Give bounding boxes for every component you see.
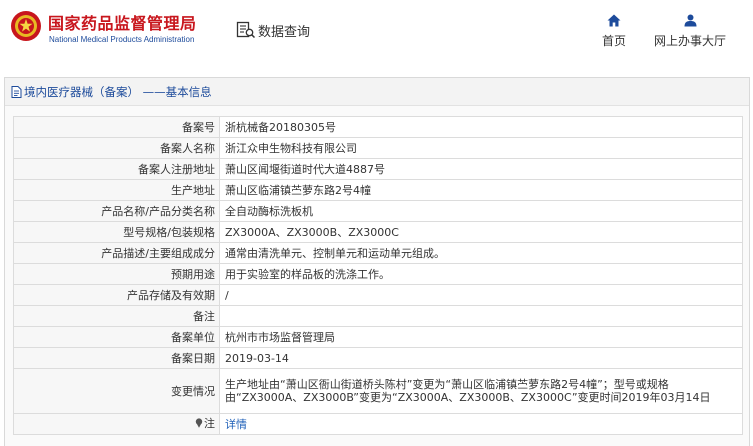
user-icon — [684, 14, 696, 27]
field-label: 预期用途 — [13, 263, 220, 285]
field-value: / — [219, 284, 743, 306]
field-value: ZX3000A、ZX3000B、ZX3000C — [219, 221, 743, 243]
note-label-cell: 注 — [13, 413, 220, 435]
table-row: 备案人注册地址 萧山区闻堰街道时代大道4887号 — [13, 158, 743, 180]
nav-online-service-hall-label: 网上办事大厅 — [653, 34, 726, 48]
table-row: 产品名称/产品分类名称 全自动酶标洗板机 — [13, 200, 743, 222]
field-value — [219, 305, 743, 327]
field-label: 备注 — [13, 305, 220, 327]
national-emblem-icon — [11, 11, 41, 41]
field-label: 备案日期 — [13, 347, 220, 369]
data-query-label: 数据查询 — [258, 24, 311, 40]
site-header: 国家药品监督管理局 National Medical Products Admi… — [0, 0, 753, 60]
panel-title: 境内医疗器械（备案） ——基本信息 — [24, 84, 212, 99]
field-value: 浙江众申生物科技有限公司 — [219, 137, 743, 159]
table-row: 型号规格/包装规格 ZX3000A、ZX3000B、ZX3000C — [13, 221, 743, 243]
field-label: 备案单位 — [13, 326, 220, 348]
site-name[interactable]: 国家药品监督管理局 — [48, 10, 197, 34]
table-row: 注 详情 — [13, 413, 743, 435]
field-label: 产品存储及有效期 — [13, 284, 220, 306]
field-label: 备案人名称 — [13, 137, 220, 159]
pin-icon — [195, 418, 203, 429]
nav-home[interactable]: 首页 — [594, 14, 634, 49]
detail-panel: 境内医疗器械（备案） ——基本信息 备案号 浙杭械备20180305号 备案人名… — [4, 77, 750, 446]
table-row: 预期用途 用于实验室的样品板的洗涤工作。 — [13, 263, 743, 285]
table-row: 备案号 浙杭械备20180305号 — [13, 116, 743, 138]
field-value: 生产地址由“萧山区衙山街道桥头陈村”变更为“萧山区临浦镇苎萝东路2号4幢”；型号… — [219, 368, 743, 414]
field-value: 2019-03-14 — [219, 347, 743, 369]
note-value-cell: 详情 — [219, 413, 743, 435]
home-icon — [607, 14, 621, 27]
table-row: 产品存储及有效期 / — [13, 284, 743, 306]
table-row: 变更情况 生产地址由“萧山区衙山街道桥头陈村”变更为“萧山区临浦镇苎萝东路2号4… — [13, 368, 743, 414]
note-label: 注 — [204, 416, 215, 430]
record-detail-table: 备案号 浙杭械备20180305号 备案人名称 浙江众申生物科技有限公司 备案人… — [13, 116, 743, 435]
details-link[interactable]: 详情 — [225, 418, 247, 431]
field-label: 型号规格/包装规格 — [13, 221, 220, 243]
field-value: 萧山区闻堰街道时代大道4887号 — [219, 158, 743, 180]
field-label: 产品描述/主要组成成分 — [13, 242, 220, 264]
table-row: 备案日期 2019-03-14 — [13, 347, 743, 369]
nav-home-label: 首页 — [601, 34, 626, 48]
field-label: 备案号 — [13, 116, 220, 138]
table-row: 备案人名称 浙江众申生物科技有限公司 — [13, 137, 743, 159]
field-value: 通常由清洗单元、控制单元和运动单元组成。 — [219, 242, 743, 264]
field-value: 浙杭械备20180305号 — [219, 116, 743, 138]
table-row: 备注 — [13, 305, 743, 327]
table-row: 备案单位 杭州市市场监督管理局 — [13, 326, 743, 348]
panel-title-bar: 境内医疗器械（备案） ——基本信息 — [5, 78, 749, 106]
field-label: 备案人注册地址 — [13, 158, 220, 180]
field-label: 变更情况 — [13, 368, 220, 414]
nav-online-service-hall[interactable]: 网上办事大厅 — [648, 14, 732, 49]
field-value: 全自动酶标洗板机 — [219, 200, 743, 222]
table-row: 产品描述/主要组成成分 通常由清洗单元、控制单元和运动单元组成。 — [13, 242, 743, 264]
field-value: 用于实验室的样品板的洗涤工作。 — [219, 263, 743, 285]
data-query-link[interactable]: 数据查询 — [236, 20, 310, 40]
field-label: 生产地址 — [13, 179, 220, 201]
search-document-icon — [236, 21, 256, 39]
field-label: 产品名称/产品分类名称 — [13, 200, 220, 222]
document-icon — [11, 85, 22, 98]
table-row: 生产地址 萧山区临浦镇苎萝东路2号4幢 — [13, 179, 743, 201]
site-name-en: National Medical Products Administration — [49, 35, 195, 44]
field-value: 萧山区临浦镇苎萝东路2号4幢 — [219, 179, 743, 201]
field-value: 杭州市市场监督管理局 — [219, 326, 743, 348]
